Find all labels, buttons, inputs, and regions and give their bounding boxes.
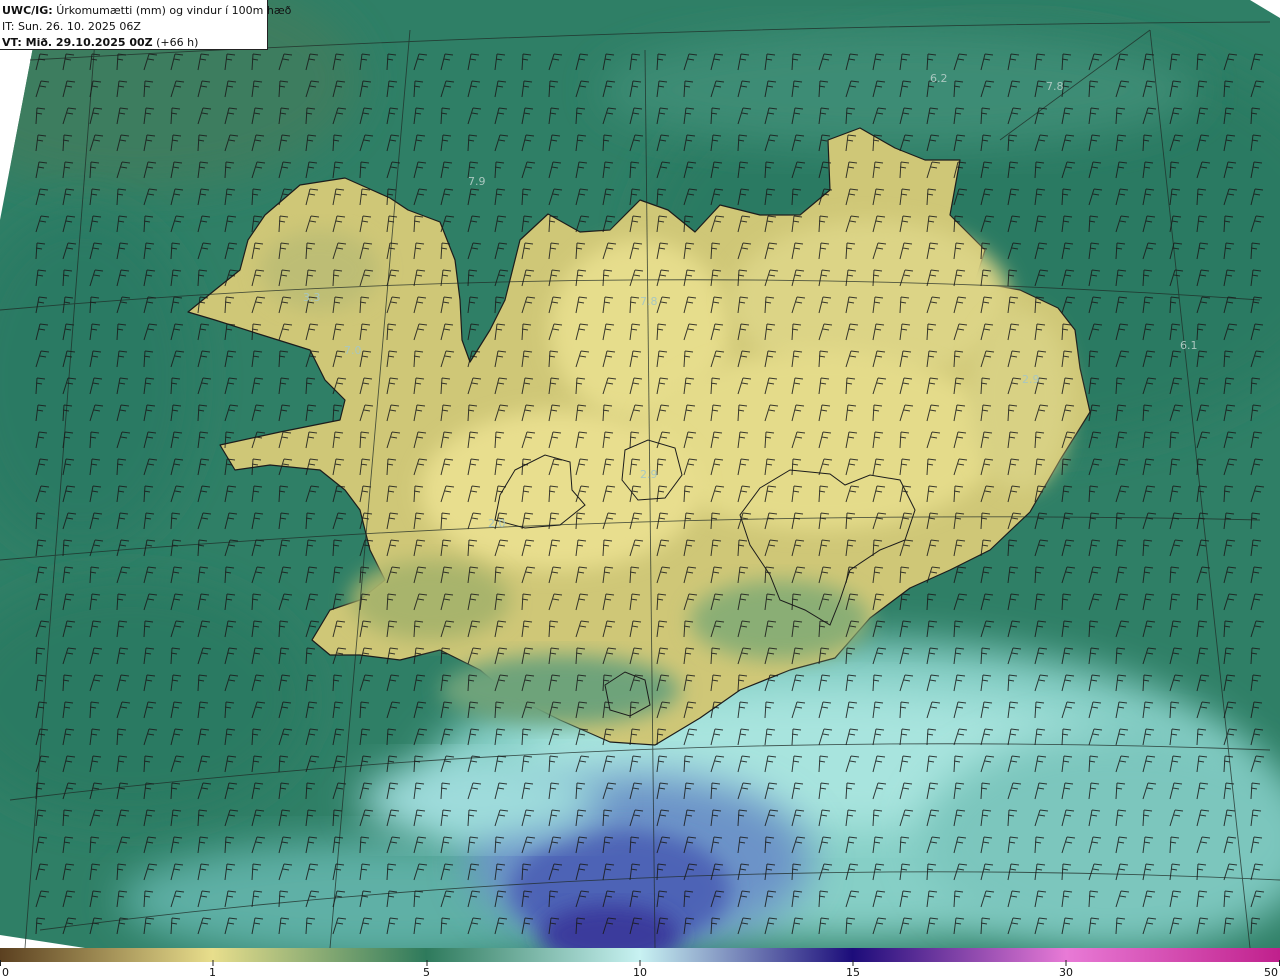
color-legend: 0 1 5 10 15 30 50: [0, 948, 1280, 978]
precip-label: 6.2: [930, 72, 948, 85]
valid-time: VT: Mið. 29.10.2025 00Z: [2, 36, 153, 49]
product-code: UWC/IG:: [2, 4, 53, 17]
precip-label: 2.9: [1022, 373, 1040, 386]
precip-label: 6.1: [1180, 339, 1198, 352]
precip-label: 7.8: [640, 295, 658, 308]
precip-label: 2.9: [640, 468, 658, 481]
map-header: UWC/IG: Úrkomumætti (mm) og vindur í 100…: [0, 0, 291, 50]
legend-tick-label: 30: [1059, 966, 1073, 978]
forecast-hour: (+66 h): [156, 36, 199, 49]
precip-label: 7.8: [1046, 80, 1064, 93]
legend-tick-label: 0: [2, 966, 9, 978]
precip-label: 2.0: [488, 517, 506, 530]
legend-tick-label: 15: [846, 966, 860, 978]
legend-tick-label: 5: [423, 966, 430, 978]
precip-label: 3.3: [303, 291, 321, 304]
legend-colorbar: [0, 948, 1280, 962]
precipitation-map: 6.2 7.8 7.9 3.3 7.0 7.8 6.1 2.9 2.9 2.0: [0, 0, 1280, 948]
init-time: IT: Sun. 26. 10. 2025 06Z: [2, 20, 141, 33]
legend-tick-label: 10: [633, 966, 647, 978]
legend-tick-label: 1: [209, 966, 216, 978]
product-description: Úrkomumætti (mm) og vindur í 100m hæð: [56, 4, 292, 17]
legend-tick-label: 50: [1264, 966, 1278, 978]
precip-label: 7.0: [344, 344, 362, 357]
precip-label: 7.9: [468, 175, 486, 188]
